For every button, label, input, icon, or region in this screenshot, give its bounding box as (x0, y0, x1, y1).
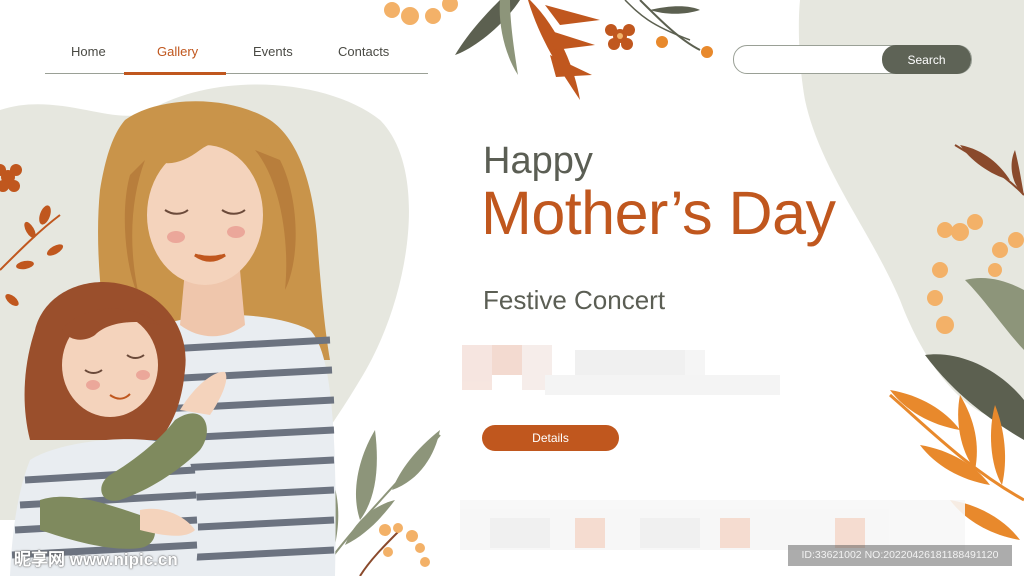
watermark-id: ID:33621002 NO:20220426181188491120 (788, 545, 1012, 566)
top-leaf-branch-icon (455, 0, 701, 100)
bottom-berry-branch-icon (359, 523, 430, 576)
hero-title-small: Happy (483, 140, 593, 182)
nav-item-contacts[interactable]: Contacts (338, 44, 389, 59)
bottom-leaf-branch-icon (323, 430, 441, 561)
watermark-logo: 昵享网 www.nipic.cn (14, 550, 178, 569)
nav-item-home[interactable]: Home (71, 44, 106, 59)
top-navigation: Home Gallery Events Contacts (45, 36, 428, 75)
search-bar: Search (733, 45, 972, 74)
hero-subtitle: Festive Concert (483, 285, 666, 315)
details-button[interactable]: Details (482, 425, 619, 451)
blurred-bottom-block (460, 500, 965, 550)
nav-item-gallery[interactable]: Gallery (157, 44, 198, 59)
top-flower-icon (605, 24, 635, 50)
blurred-text-block (462, 345, 780, 395)
hero-title-large: Mother’s Day (481, 179, 836, 247)
search-button[interactable]: Search (882, 45, 971, 74)
nav-active-indicator (124, 72, 226, 75)
nav-item-events[interactable]: Events (253, 44, 293, 59)
search-input[interactable] (744, 50, 878, 70)
